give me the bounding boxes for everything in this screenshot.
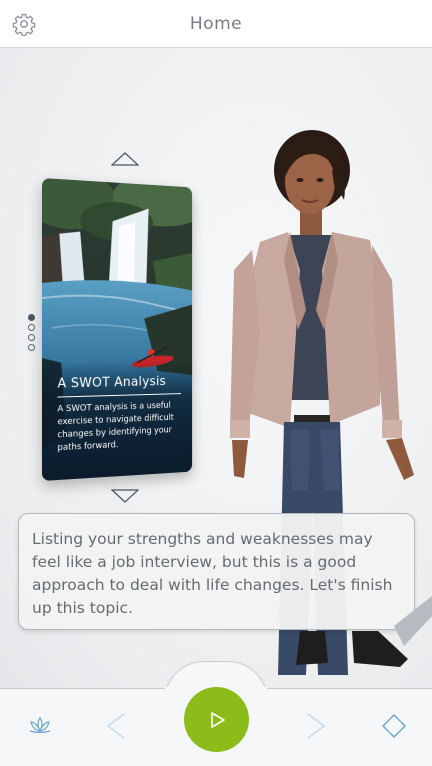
top-bar: Home <box>0 0 432 48</box>
page-dot[interactable] <box>28 314 35 321</box>
gear-icon[interactable] <box>12 12 36 37</box>
page-dot[interactable] <box>28 344 35 351</box>
triangle-up-icon[interactable] <box>110 151 140 166</box>
topic-card[interactable]: A SWOT Analysis A SWOT analysis is a use… <box>42 178 193 481</box>
page-title: Home <box>189 13 243 34</box>
page-dot[interactable] <box>28 334 35 341</box>
triangle-down-icon[interactable] <box>110 488 140 503</box>
card-description: A SWOT analysis is a useful exercise to … <box>57 400 174 454</box>
background-shape <box>394 596 432 646</box>
speech-text: Listing your strengths and weaknesses ma… <box>32 530 393 617</box>
chevron-left-icon[interactable] <box>104 712 128 740</box>
page-dot[interactable] <box>28 324 35 331</box>
diamond-arrows-icon[interactable] <box>381 713 407 739</box>
play-button[interactable] <box>184 687 249 752</box>
play-icon <box>210 711 225 728</box>
carousel-page-dots <box>28 314 36 354</box>
main-stage: A SWOT Analysis A SWOT analysis is a use… <box>0 48 432 688</box>
lotus-icon[interactable] <box>28 716 52 734</box>
chevron-right-icon[interactable] <box>304 712 328 740</box>
speech-bubble: Listing your strengths and weaknesses ma… <box>18 513 415 630</box>
